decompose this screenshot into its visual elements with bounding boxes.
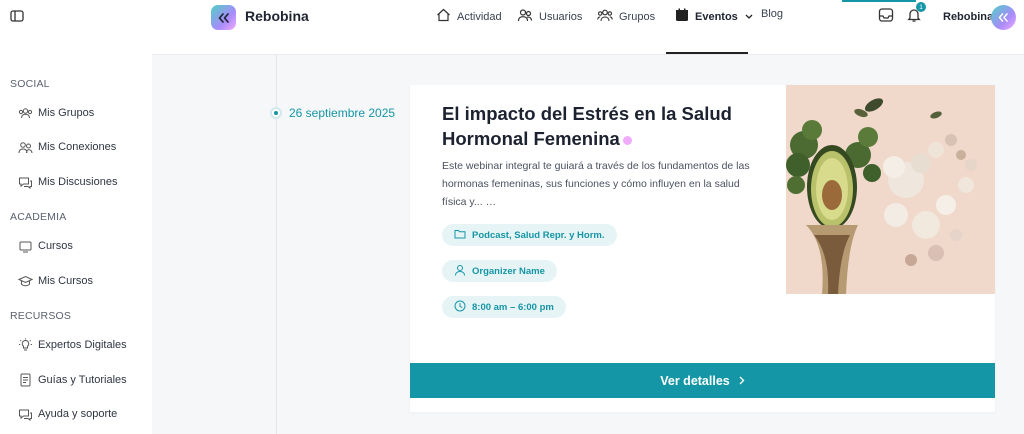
brand-logo[interactable] — [211, 5, 236, 30]
view-details-label: Ver detalles — [660, 373, 730, 388]
nav-label: Actividad — [457, 10, 502, 23]
view-details-button[interactable]: Ver detalles — [410, 363, 995, 398]
event-organizer-pill[interactable]: Organizer Name — [442, 260, 557, 282]
nav-usuarios[interactable]: Usuarios — [517, 8, 582, 25]
chevron-right-icon — [739, 374, 745, 388]
sidebar-item-guias-tutoriales[interactable]: Guías y Tutoriales — [18, 373, 127, 387]
sidebar-item-label: Mis Discusiones — [38, 176, 118, 188]
active-tab-indicator — [666, 52, 748, 54]
sidebar-item-expertos-digitales[interactable]: Expertos Digitales — [18, 338, 127, 352]
sidebar-item-mis-discusiones[interactable]: Mis Discusiones — [18, 175, 117, 189]
user-name[interactable]: Rebobina — [943, 11, 993, 23]
sidebar-item-mis-cursos[interactable]: Mis Cursos — [18, 274, 93, 288]
home-icon — [436, 8, 457, 25]
connections-icon — [18, 140, 33, 154]
sidebar-item-label: Mis Cursos — [38, 275, 94, 287]
event-organizer: Organizer Name — [472, 265, 545, 277]
event-card: El impacto del Estrés en la Salud Hormon… — [410, 85, 995, 412]
sidebar-item-label: Ayuda y soporte — [38, 408, 118, 420]
support-chat-icon — [18, 407, 33, 421]
folder-icon — [454, 229, 472, 242]
lightbulb-icon — [18, 338, 33, 352]
user-icon — [454, 264, 472, 279]
nav-label: Grupos — [619, 10, 656, 23]
group-icon — [18, 106, 33, 120]
nav-actividad[interactable]: Actividad — [436, 8, 502, 25]
document-icon — [18, 373, 33, 387]
event-title-text[interactable]: El impacto del Estrés en la Salud Hormon… — [442, 103, 732, 149]
nav-label: Usuarios — [539, 10, 583, 23]
sidebar-item-mis-grupos[interactable]: Mis Grupos — [18, 106, 94, 120]
sidebar-item-label: Cursos — [38, 240, 73, 252]
sidebar-toggle-icon[interactable] — [10, 9, 24, 23]
nav-eventos[interactable]: Eventos — [675, 8, 759, 25]
calendar-icon — [675, 8, 695, 25]
event-categories: Podcast, Salud Repr. y Horm. — [472, 229, 605, 241]
notifications-badge: 1 — [916, 2, 926, 12]
sidebar-section-title-academia: ACADEMIA — [10, 211, 67, 223]
sidebar-item-cursos[interactable]: Cursos — [18, 239, 73, 253]
sidebar-item-label: Guías y Tutoriales — [38, 374, 127, 386]
sidebar-item-label: Mis Conexiones — [38, 141, 117, 153]
inbox-icon[interactable] — [878, 7, 896, 25]
event-time-pill: 8:00 am – 6:00 pm — [442, 296, 566, 318]
sidebar-item-label: Mis Grupos — [38, 107, 95, 119]
event-image[interactable] — [786, 85, 995, 294]
sidebar-section-title-social: SOCIAL — [10, 78, 50, 90]
nav-label: Blog — [761, 8, 784, 20]
nav-label: Eventos — [695, 10, 738, 23]
avatar[interactable] — [991, 5, 1016, 30]
brand-name[interactable]: Rebobina — [245, 8, 309, 24]
groups-icon — [597, 8, 619, 25]
title-status-dot — [622, 135, 632, 145]
sidebar-section-title-recursos: RECURSOS — [10, 310, 72, 322]
event-categories-pill[interactable]: Podcast, Salud Repr. y Horm. — [442, 224, 617, 246]
sidebar: SOCIAL Mis Grupos Mis Conexiones Mis Dis… — [0, 0, 152, 434]
event-description: Este webinar integral te guiará a través… — [442, 160, 750, 208]
event-time: 8:00 am – 6:00 pm — [472, 301, 554, 313]
event-title[interactable]: El impacto del Estrés en la Salud Hormon… — [442, 101, 752, 151]
sidebar-item-mis-conexiones[interactable]: Mis Conexiones — [18, 140, 116, 154]
nav-blog[interactable]: Blog — [761, 8, 783, 20]
clock-icon — [454, 300, 472, 315]
header-accent-bar — [842, 0, 916, 2]
timeline-dot — [270, 107, 282, 119]
users-icon — [517, 8, 539, 25]
top-header: Rebobina Actividad Usuarios Grupos Event… — [152, 0, 1024, 55]
chevron-down-icon — [745, 11, 759, 23]
graduation-cap-icon — [18, 274, 33, 288]
sidebar-item-label: Expertos Digitales — [38, 339, 127, 351]
sidebar-item-ayuda-soporte[interactable]: Ayuda y soporte — [18, 407, 117, 421]
courses-icon — [18, 239, 33, 253]
nav-grupos[interactable]: Grupos — [597, 8, 655, 25]
discussions-icon — [18, 175, 33, 189]
event-date: 26 septiembre 2025 — [289, 106, 396, 120]
